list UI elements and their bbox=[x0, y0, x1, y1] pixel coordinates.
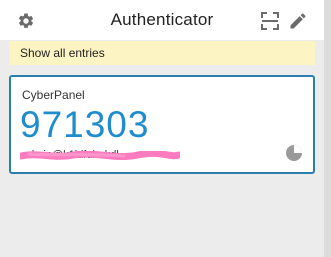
authenticator-popup: Authenticator Show all entries CyberPane… bbox=[0, 0, 324, 257]
pencil-icon[interactable] bbox=[287, 10, 309, 32]
countdown-timer-icon bbox=[285, 144, 303, 162]
entry-issuer: CyberPanel bbox=[22, 88, 85, 102]
otp-code: 971303 bbox=[20, 104, 150, 145]
scrollbar-track[interactable] bbox=[324, 0, 331, 257]
header: Authenticator bbox=[0, 0, 324, 40]
show-all-entries-banner[interactable]: Show all entries bbox=[9, 41, 315, 65]
entry-card[interactable]: CyberPanel 971303 admin@k1ldfuhakdl bbox=[9, 75, 315, 174]
redaction-mark bbox=[20, 151, 180, 161]
scan-qr-icon[interactable] bbox=[260, 11, 280, 31]
